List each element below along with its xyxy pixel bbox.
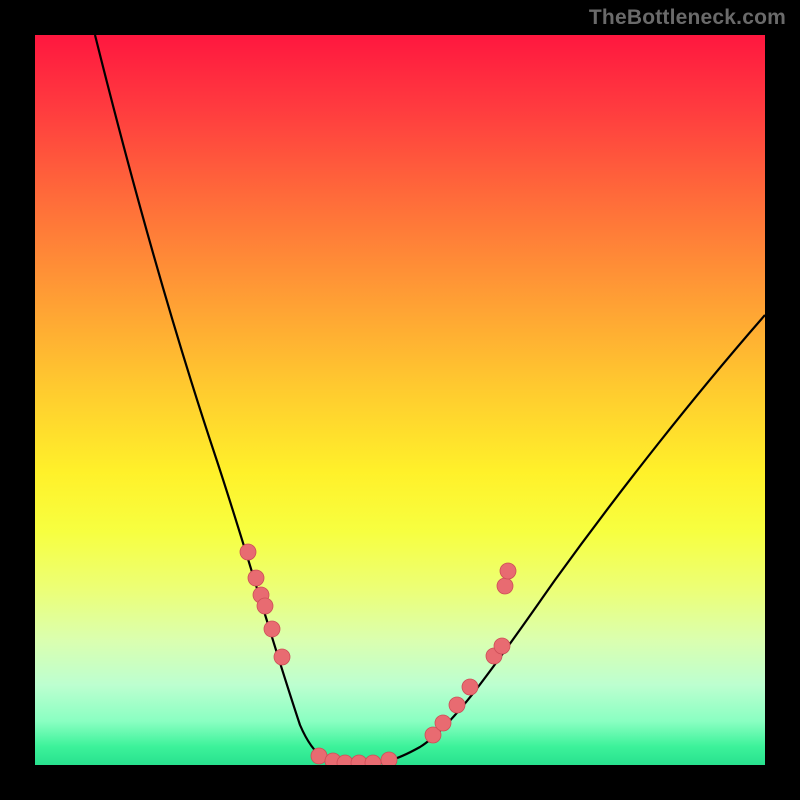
curve-marker [264,621,280,637]
plot-area [35,35,765,765]
chart-frame: TheBottleneck.com [0,0,800,800]
curve-marker [248,570,264,586]
curve-marker [311,748,327,764]
chart-overlay [35,35,765,765]
curve-marker [365,755,381,765]
curve-marker [351,755,367,765]
curve-marker [462,679,478,695]
curve-marker [497,578,513,594]
curve-marker [500,563,516,579]
curve-marker [449,697,465,713]
bottleneck-curve [95,35,765,765]
curve-marker [274,649,290,665]
curve-markers [240,544,516,765]
attribution-text: TheBottleneck.com [589,6,786,30]
curve-marker [240,544,256,560]
curve-marker [435,715,451,731]
curve-marker [381,752,397,765]
curve-marker [494,638,510,654]
curve-marker [257,598,273,614]
